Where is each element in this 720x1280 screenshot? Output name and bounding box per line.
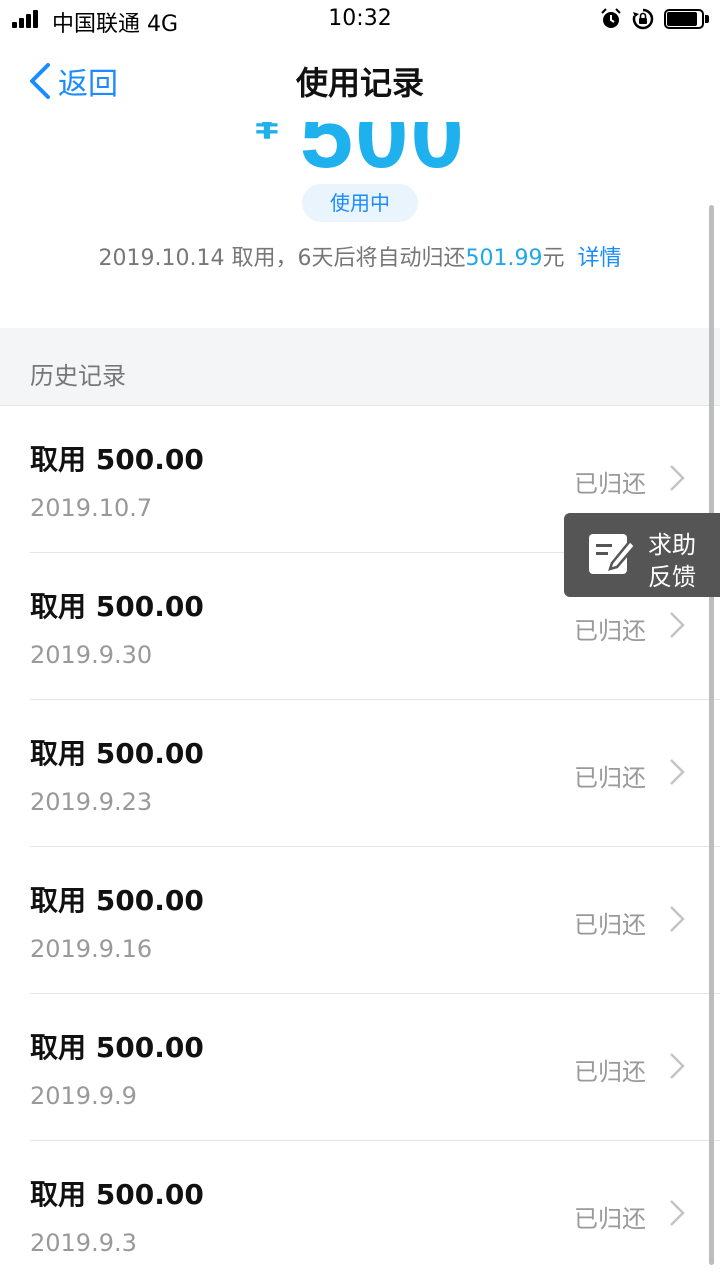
scrollbar[interactable]: [709, 205, 714, 1265]
chevron-right-icon: [670, 612, 685, 638]
record-title: 取用 500.00: [30, 737, 204, 770]
back-button[interactable]: 返回: [26, 58, 118, 104]
record-date: 2019.9.23: [30, 788, 153, 816]
record-title: 取用 500.00: [30, 1031, 204, 1064]
feedback-label-line1: 求助: [648, 531, 696, 559]
record-date: 2019.9.9: [30, 1082, 137, 1110]
feedback-label-line2: 反馈: [648, 563, 696, 591]
chevron-right-icon: [670, 465, 685, 491]
alarm-icon: [601, 8, 621, 28]
status-badge: 使用中: [302, 184, 418, 222]
return-amount: 501.99: [465, 246, 543, 271]
record-status: 已归还: [574, 617, 646, 645]
history-header-label: 历史记录: [30, 362, 126, 390]
return-note: 2019.10.14 取用，6天后将自动归还501.99元 详情: [0, 240, 720, 272]
return-unit: 元: [542, 246, 565, 271]
chevron-left-icon: [30, 63, 50, 99]
record-status: 已归还: [574, 470, 646, 498]
chevron-right-icon: [670, 1200, 685, 1226]
record-date: 2019.9.30: [30, 641, 153, 669]
record-date: 2019.9.3: [30, 1229, 137, 1257]
record-status: 已归还: [574, 1205, 646, 1233]
history-section-header: 历史记录: [0, 328, 720, 406]
list-item[interactable]: 取用 500.00 2019.9.9 已归还: [0, 994, 720, 1141]
record-status: 已归还: [574, 764, 646, 792]
status-bar: 中国联通 4G 10:32: [0, 0, 720, 40]
list-item[interactable]: 取用 500.00 2019.9.3 已归还: [0, 1141, 720, 1280]
back-label: 返回: [58, 67, 118, 102]
status-icons: [600, 8, 710, 30]
current-amount: ¥500: [0, 122, 720, 183]
amount-value: 500: [299, 122, 466, 188]
nav-bar: 返回 使用记录: [0, 40, 720, 122]
rotation-lock-icon: [632, 8, 654, 30]
return-note-text: 2019.10.14 取用，6天后将自动归还: [98, 246, 466, 271]
record-title: 取用 500.00: [30, 590, 204, 623]
record-status: 已归还: [574, 911, 646, 939]
list-item[interactable]: 取用 500.00 2019.9.16 已归还: [0, 847, 720, 994]
record-title: 取用 500.00: [30, 443, 204, 476]
chevron-right-icon: [670, 906, 685, 932]
edit-note-icon: [589, 534, 636, 574]
list-item[interactable]: 取用 500.00 2019.9.23 已归还: [0, 700, 720, 847]
usage-summary: ¥500 使用中 2019.10.14 取用，6天后将自动归还501.99元 详…: [0, 122, 720, 328]
record-title: 取用 500.00: [30, 884, 204, 917]
record-title: 取用 500.00: [30, 1178, 204, 1211]
details-link[interactable]: 详情: [577, 246, 621, 271]
record-date: 2019.10.7: [30, 494, 153, 522]
currency-symbol: ¥: [254, 122, 282, 149]
record-status: 已归还: [574, 1058, 646, 1086]
record-date: 2019.9.16: [30, 935, 153, 963]
battery-icon: [664, 8, 710, 30]
chevron-right-icon: [670, 759, 685, 785]
chevron-right-icon: [670, 1053, 685, 1079]
help-feedback-button[interactable]: 求助 反馈: [564, 513, 720, 597]
